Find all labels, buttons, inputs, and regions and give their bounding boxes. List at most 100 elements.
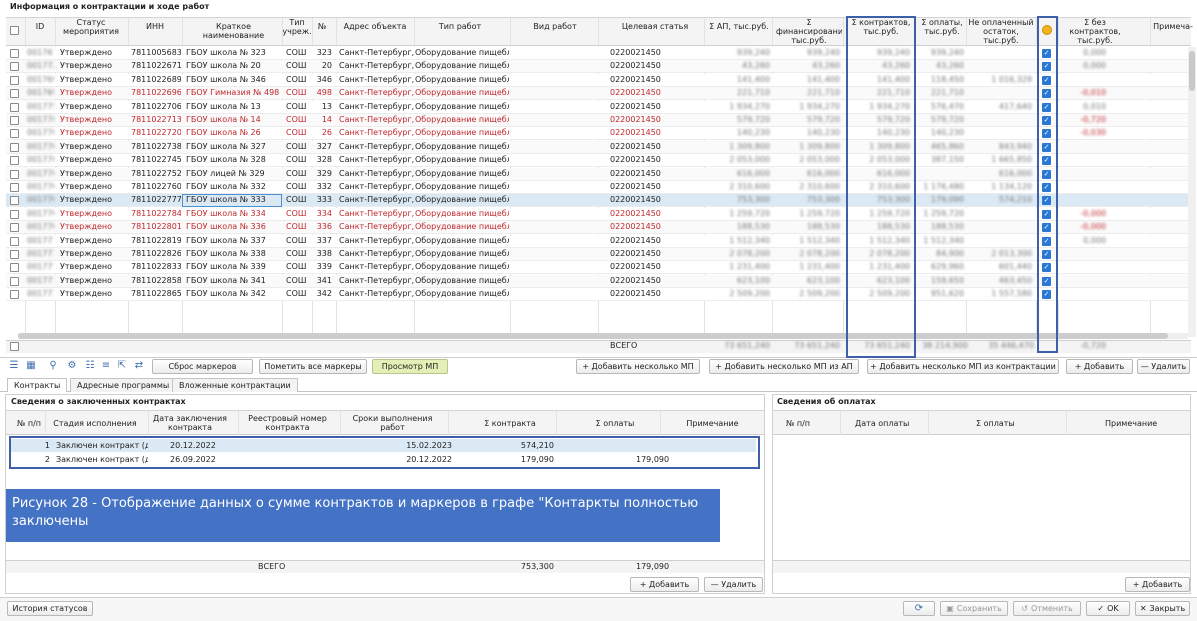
hscroll-thumb[interactable] xyxy=(18,333,1168,339)
row-checkbox[interactable] xyxy=(10,169,19,179)
row-checkbox[interactable] xyxy=(10,49,19,58)
row-checkbox[interactable] xyxy=(10,196,19,206)
column-header-sum_fin[interactable]: Σ финансирования, тыс.руб. xyxy=(776,18,842,45)
column-header-type[interactable]: Тип учреж. xyxy=(282,18,312,36)
marker-checkbox[interactable]: ✓ xyxy=(1042,142,1051,152)
row-checkbox[interactable] xyxy=(10,102,19,112)
marker-checkbox[interactable]: ✓ xyxy=(1042,102,1051,112)
column-header-sum_contracts[interactable]: Σ контрактов, тыс.руб. xyxy=(848,18,914,36)
reset-markers-button[interactable]: Сброс маркеров xyxy=(152,359,253,374)
column-header-id[interactable]: ID xyxy=(27,22,53,31)
tab-contracts[interactable]: Контракты xyxy=(7,378,68,392)
tab-nested-contracts[interactable]: Вложенные контрактации xyxy=(172,378,298,392)
table-row[interactable] xyxy=(6,207,1188,221)
delete-button[interactable]: — Удалить xyxy=(1137,359,1190,374)
marker-checkbox[interactable]: ✓ xyxy=(1042,62,1051,72)
column-header-work_type[interactable]: Тип работ xyxy=(425,22,495,31)
marker-checkbox[interactable]: ✓ xyxy=(1042,250,1051,259)
column-header-no_contracts[interactable]: Σ без контрактов, тыс.руб. xyxy=(1062,18,1128,45)
row-checkbox[interactable] xyxy=(10,276,19,286)
marker-checkbox[interactable]: ✓ xyxy=(1042,75,1051,85)
contracts-column-header[interactable]: Примечание xyxy=(665,413,760,433)
contracts-column-header[interactable]: Реестровый номер контракта xyxy=(240,413,335,433)
marker-checkbox[interactable]: ✓ xyxy=(1042,183,1051,192)
column-header-sum_pay[interactable]: Σ оплаты, тыс.руб. xyxy=(918,18,966,36)
table-row[interactable] xyxy=(6,114,1188,127)
marker-checkbox[interactable]: ✓ xyxy=(1042,290,1051,300)
row-checkbox[interactable] xyxy=(10,250,19,259)
export-icon[interactable]: ⇱ xyxy=(116,360,128,372)
table-row[interactable] xyxy=(6,60,1188,74)
marker-checkbox[interactable]: ✓ xyxy=(1042,209,1051,219)
grid-view-icon[interactable]: ▦ xyxy=(25,360,37,372)
refresh-button[interactable]: ⟳ xyxy=(903,601,935,616)
marker-checkbox[interactable]: ✓ xyxy=(1042,169,1051,179)
column-header-num[interactable]: № xyxy=(315,22,329,31)
status-history-button[interactable]: История статусов xyxy=(7,601,93,616)
row-checkbox[interactable] xyxy=(10,156,19,166)
contracts-add-button[interactable]: + Добавить xyxy=(630,577,699,592)
refresh-icon[interactable]: ⇄ xyxy=(133,360,145,372)
contracts-column-header[interactable]: № п/п xyxy=(14,413,44,433)
column-header-unpaid[interactable]: Не оплаченный остаток, тыс.руб. xyxy=(968,18,1034,45)
add-many-mp-contract-button[interactable]: + Добавить несколько МП из контрактации xyxy=(867,359,1059,374)
row-checkbox[interactable] xyxy=(10,62,19,72)
row-checkbox[interactable] xyxy=(10,116,19,125)
column-header-note[interactable]: Примеча- xyxy=(1153,22,1193,31)
add-many-mp-ap-button[interactable]: + Добавить несколько МП из АП xyxy=(709,359,859,374)
column-header-status[interactable]: Статус мероприятия xyxy=(57,18,125,36)
table-row[interactable] xyxy=(6,47,1188,60)
row-checkbox[interactable] xyxy=(10,142,19,152)
row-checkbox[interactable] xyxy=(10,263,19,273)
tab-address-programs[interactable]: Адресные программы xyxy=(70,378,177,392)
contracts-column-header[interactable]: Стадия исполнения xyxy=(50,413,140,433)
contracts-column-header[interactable]: Дата заключения контракта xyxy=(150,413,230,433)
table-row[interactable] xyxy=(6,127,1188,141)
column-header-inn[interactable]: ИНН xyxy=(135,22,175,31)
contracts-column-header[interactable]: Σ оплаты xyxy=(575,413,655,433)
row-checkbox[interactable] xyxy=(10,129,19,139)
marker-checkbox[interactable]: ✓ xyxy=(1042,263,1051,273)
mark-all-button[interactable]: Пометить все маркеры xyxy=(259,359,367,374)
row-checkbox[interactable] xyxy=(10,183,19,192)
column-header-short_name[interactable]: Краткое наименование xyxy=(186,22,281,40)
marker-checkbox[interactable]: ✓ xyxy=(1042,116,1051,125)
scrollbar-thumb[interactable] xyxy=(1189,51,1195,91)
row-checkbox[interactable] xyxy=(10,236,19,246)
add-button[interactable]: + Добавить xyxy=(1066,359,1133,374)
contracts-delete-button[interactable]: — Удалить xyxy=(704,577,763,592)
total-checkbox[interactable] xyxy=(10,342,19,351)
save-button[interactable]: ▣ Сохранить xyxy=(940,601,1008,616)
table-row[interactable] xyxy=(6,234,1188,248)
table-row[interactable] xyxy=(6,221,1188,235)
row-checkbox[interactable] xyxy=(10,223,19,233)
columns-icon[interactable]: ☷ xyxy=(84,360,96,372)
cancel-button[interactable]: ↺ Отменить xyxy=(1013,601,1081,616)
marker-checkbox[interactable]: ✓ xyxy=(1042,129,1051,139)
column-header-work_kind[interactable]: Вид работ xyxy=(525,22,585,31)
row-checkbox[interactable] xyxy=(10,209,19,219)
filter-icon[interactable]: ⚲ xyxy=(47,360,59,372)
column-header-sum_ap[interactable]: Σ АП, тыс.руб. xyxy=(707,22,771,31)
marker-checkbox[interactable]: ✓ xyxy=(1042,89,1051,99)
row-checkbox[interactable] xyxy=(10,290,19,300)
horizontal-scrollbar[interactable] xyxy=(18,333,1188,339)
payments-add-button[interactable]: + Добавить xyxy=(1125,577,1190,592)
table-row[interactable] xyxy=(6,87,1188,101)
column-header-target[interactable]: Целевая статья xyxy=(610,22,700,31)
marker-checkbox[interactable]: ✓ xyxy=(1042,156,1051,166)
row-checkbox[interactable] xyxy=(10,75,19,85)
marker-checkbox[interactable]: ✓ xyxy=(1042,276,1051,286)
settings-icon[interactable]: ⚙ xyxy=(66,360,78,372)
row-checkbox[interactable] xyxy=(10,89,19,99)
contracts-column-header[interactable]: Σ контракта xyxy=(460,413,560,433)
marker-checkbox[interactable]: ✓ xyxy=(1042,236,1051,246)
close-button[interactable]: ✕ Закрыть xyxy=(1135,601,1190,616)
column-header-address[interactable]: Адрес объекта xyxy=(340,22,410,31)
list-view-icon[interactable]: ☰ xyxy=(8,360,20,372)
marker-checkbox[interactable]: ✓ xyxy=(1042,49,1051,58)
marker-checkbox[interactable]: ✓ xyxy=(1042,223,1051,233)
ok-button[interactable]: ✓ OK xyxy=(1086,601,1130,616)
select-all-checkbox[interactable] xyxy=(10,26,19,35)
view-mp-button[interactable]: Просмотр МП xyxy=(372,359,448,374)
